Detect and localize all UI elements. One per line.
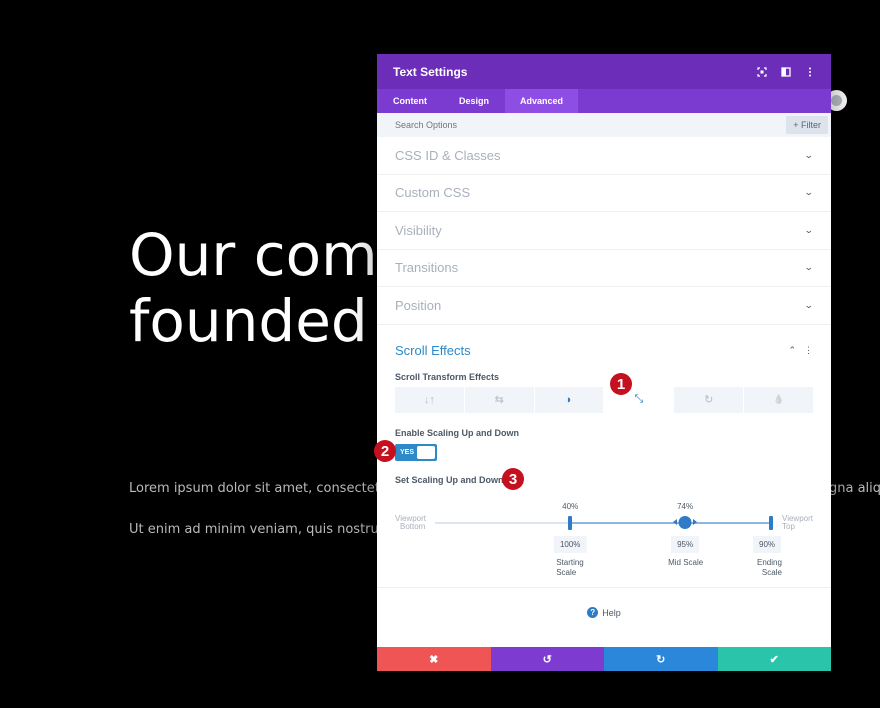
viewport-top-line2: Top [782,521,795,531]
rotate-button[interactable]: ↻ [674,386,744,413]
set-scaling-label: Set Scaling Up and Down [395,474,504,485]
toggle-label: YES [400,448,415,456]
section-label: Custom CSS [395,185,471,201]
save-button[interactable]: ✔ [717,647,831,671]
start-handle[interactable] [568,515,573,530]
mid-handle-left-arrow-icon [673,518,678,525]
caption-line: Starting [556,557,584,567]
caption-line: Scale [556,567,577,577]
paragraph-1-tail: gna aliq [831,481,880,496]
chevron-down-icon: ⌄ [804,187,815,198]
section-scroll-effects: Scroll Effects ⌃ ⋮ Scroll Transform Effe… [377,325,831,581]
annotation-badge-2: 2 [374,440,396,462]
paragraph-2: Ut enim ad minim veniam, quis nostrud [129,522,388,537]
headline-line-2: founded [129,287,368,355]
paragraph-1: Lorem ipsum dolor sit amet, consectetur [129,481,394,496]
section-label: Visibility [395,222,442,238]
help-label: Help [602,607,621,618]
tab-content[interactable]: Content [377,89,443,113]
help-link[interactable]: ? Help [377,607,831,618]
annotation-badge-3: 3 [502,468,524,490]
caption-line: Ending [757,557,782,567]
vertical-motion-button[interactable]: ↓↑ [395,386,464,413]
enable-scaling-label: Enable Scaling Up and Down [395,427,520,438]
blur-button[interactable]: 💧 [744,386,813,413]
fullscreen-icon[interactable] [757,66,767,77]
section-options-icon[interactable]: ⋮ [804,345,813,356]
chevron-down-icon: ⌄ [804,224,815,235]
scale-icon: ⤡ [634,393,644,405]
section-label: Transitions [395,260,459,276]
end-handle[interactable] [769,515,773,530]
section-label: CSS ID & Classes [395,147,501,163]
undo-icon: ↺ [542,653,552,666]
vertical-motion-icon: ↓↑ [423,393,435,406]
mid-scale-input[interactable]: 95% [671,535,700,553]
scroll-effects-title[interactable]: Scroll Effects [395,343,471,358]
section-visibility[interactable]: Visibility ⌄ [377,212,831,250]
slider-track-fill [570,521,771,524]
page-headline: Our com founded [129,222,378,354]
starting-scale-input[interactable]: 100% [553,535,587,553]
section-css-id-classes[interactable]: CSS ID & Classes ⌄ [377,137,831,175]
checkmark-icon: ✔ [769,653,779,666]
redo-icon: ↻ [656,653,666,666]
tab-advanced[interactable]: Advanced [505,89,579,113]
chevron-down-icon: ⌄ [804,149,815,160]
annotation-badge-1: 1 [610,373,632,395]
viewport-bottom-line2: Bottom [400,521,426,531]
divider [377,587,831,588]
mid-position-readout: 74% [677,501,694,511]
viewport-top-label: Viewport Top [782,514,813,531]
horizontal-motion-icon: ⇆ [494,394,504,406]
tab-bar: Content Design Advanced [377,89,831,113]
search-input[interactable] [395,120,787,130]
fade-button[interactable]: ◗ [534,386,604,413]
cancel-button[interactable]: ✖ [377,647,491,671]
more-options-icon[interactable] [805,67,815,77]
scaling-range-slider: Viewport Bottom Viewport Top 40% 74% 100… [395,491,813,581]
section-position[interactable]: Position ⌄ [377,287,831,325]
modal-title: Text Settings [393,64,468,79]
blur-icon: 💧 [772,394,785,404]
tab-design[interactable]: Design [443,89,505,113]
headline-line-1: Our com [129,221,378,289]
horizontal-motion-button[interactable]: ⇆ [464,386,534,413]
paragraph-1-tail-text: gna aliq [831,481,880,496]
redo-button[interactable]: ↻ [604,647,718,671]
ending-scale-input[interactable]: 90% [752,535,782,553]
start-position-readout: 40% [562,501,579,511]
ending-scale-caption: Ending Scale [757,558,782,578]
mid-handle-right-arrow-icon [693,518,698,525]
chevron-down-icon: ⌄ [804,299,815,310]
caption-line: Scale [761,567,782,577]
section-custom-css[interactable]: Custom CSS ⌄ [377,175,831,212]
undo-button[interactable]: ↺ [490,647,604,671]
fade-icon: ◗ [565,393,573,406]
starting-scale-caption: Starting Scale [556,558,584,578]
toggle-knob [417,445,435,459]
help-icon: ? [587,607,599,618]
chevron-down-icon: ⌄ [804,262,815,273]
modal-footer: ✖ ↺ ↻ ✔ [377,647,831,671]
split-view-icon[interactable] [781,66,791,77]
section-label: Position [395,297,442,313]
mid-handle[interactable] [678,515,692,529]
section-transitions[interactable]: Transitions ⌄ [377,250,831,287]
scroll-transform-label: Scroll Transform Effects [395,371,500,382]
viewport-bottom-label: Viewport Bottom [395,514,426,531]
search-bar: + Filter [377,113,831,137]
chevron-up-icon[interactable]: ⌃ [788,345,796,356]
close-icon: ✖ [429,653,439,666]
mid-scale-caption: Mid Scale [668,557,704,567]
scroll-effect-selector: ↓↑ ⇆ ◗ ⤡ ↻ 💧 [395,386,813,413]
enable-scaling-toggle[interactable]: YES [395,443,437,461]
modal-header: Text Settings [377,54,831,89]
filter-button[interactable]: + Filter [786,116,828,134]
globe-icon [831,95,842,106]
text-settings-modal: Text Settings Content Design Advanced + … [377,54,831,671]
rotate-icon: ↻ [704,394,714,406]
